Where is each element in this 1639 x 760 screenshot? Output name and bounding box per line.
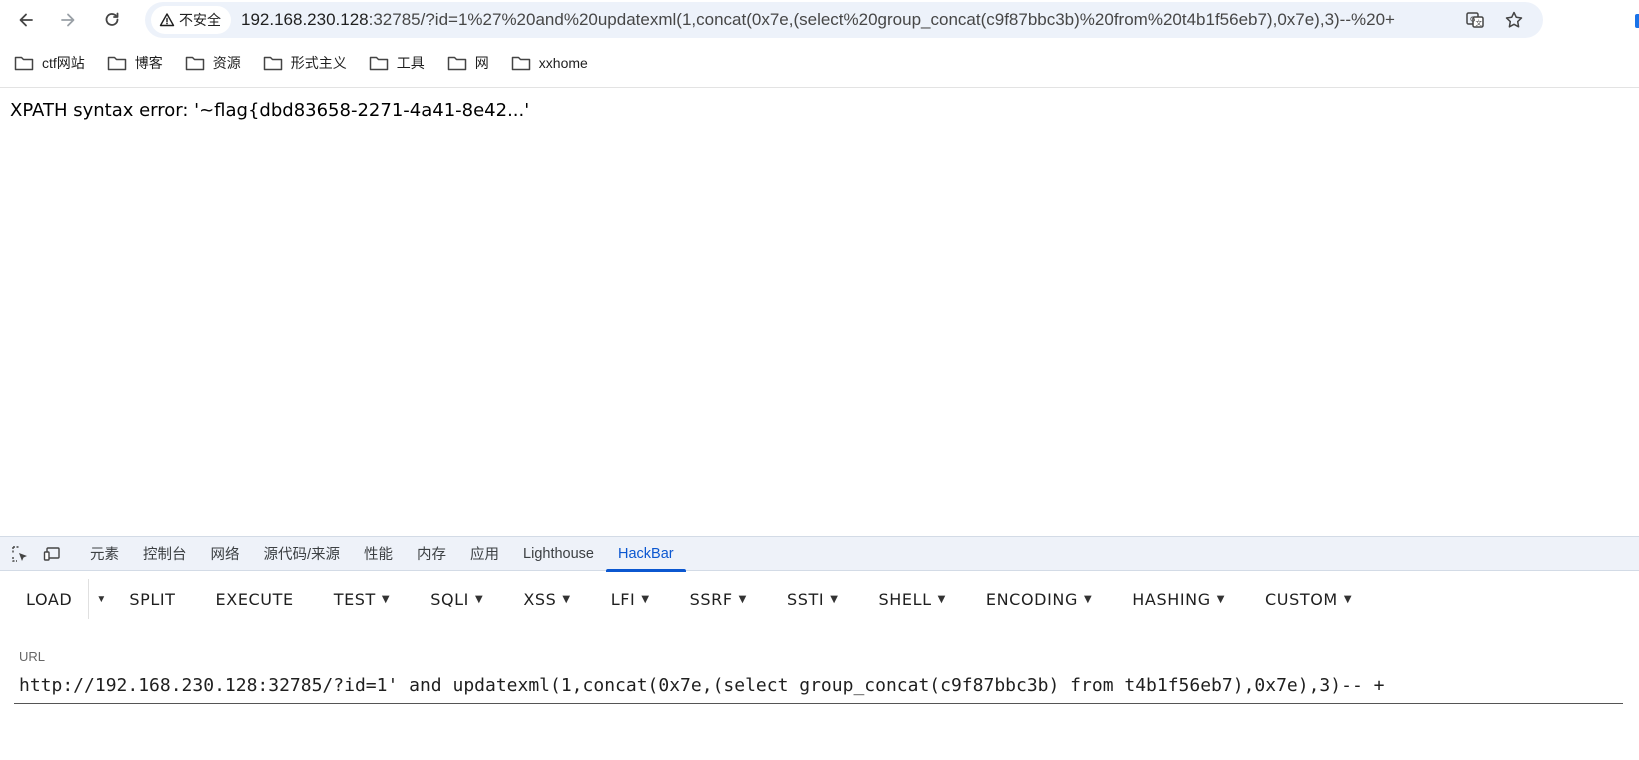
encoding-menu-button[interactable]: ENCODING ▼: [972, 579, 1118, 619]
ssti-menu-button[interactable]: SSTI ▼: [773, 579, 865, 619]
address-host: 192.168.230.128: [241, 10, 369, 29]
test-menu-button[interactable]: TEST ▼: [320, 579, 417, 619]
forward-button[interactable]: [52, 4, 84, 36]
tab-hackbar[interactable]: HackBar: [605, 537, 686, 572]
load-separator: [88, 579, 90, 619]
profile-accent: [1635, 14, 1639, 28]
custom-menu-button[interactable]: CUSTOM ▼: [1251, 579, 1366, 619]
menu-label: XSS: [523, 589, 557, 609]
reload-icon: [105, 12, 119, 26]
caret-down-icon: ▼: [1343, 593, 1353, 605]
caret-down-icon: ▼: [562, 593, 571, 605]
tab-performance[interactable]: 性能: [352, 537, 405, 571]
warning-icon: [159, 13, 175, 27]
bookmark-star-button[interactable]: [1500, 6, 1528, 34]
bookmark-label: 网: [474, 55, 489, 71]
execute-button[interactable]: EXECUTE: [202, 579, 320, 619]
folder-icon: [185, 56, 205, 71]
bookmark-folder-resources[interactable]: 资源: [185, 48, 241, 78]
folder-icon: [369, 56, 389, 71]
menu-label: LFI: [610, 589, 636, 609]
shell-menu-button[interactable]: SHELL ▼: [864, 579, 971, 619]
menu-label: CUSTOM: [1265, 589, 1338, 609]
menu-label: HASHING: [1132, 589, 1211, 609]
inspect-element-button[interactable]: [4, 537, 36, 571]
caret-down-icon: ▼: [96, 593, 107, 605]
url-input-underline: [14, 703, 1623, 704]
arrow-right-icon: [61, 13, 75, 27]
arrow-left-icon: [19, 13, 33, 27]
lfi-menu-button[interactable]: LFI ▼: [597, 579, 676, 619]
menu-label: SQLI: [430, 589, 470, 609]
folder-icon: [14, 56, 34, 71]
bookmark-folder-blog[interactable]: 博客: [107, 48, 163, 78]
xss-menu-button[interactable]: XSS ▼: [509, 579, 596, 619]
star-icon: [1505, 11, 1523, 28]
bookmark-folder-ctf[interactable]: ctf网站: [14, 48, 85, 78]
caret-down-icon: ▼: [1216, 593, 1226, 605]
translate-icon: G文: [1466, 12, 1484, 28]
folder-icon: [263, 56, 283, 71]
toolbar-divider: [0, 87, 1639, 88]
bookmark-label: 资源: [212, 55, 241, 71]
security-label: 不安全: [179, 12, 221, 28]
bookmark-label: ctf网站: [42, 55, 85, 71]
security-chip[interactable]: 不安全: [151, 6, 231, 34]
translate-button[interactable]: G文: [1461, 6, 1489, 34]
address-url[interactable]: 192.168.230.128:32785/?id=1%27%20and%20u…: [241, 10, 1451, 30]
address-bar[interactable]: 不安全 192.168.230.128:32785/?id=1%27%20and…: [145, 2, 1543, 38]
reload-button[interactable]: [96, 4, 128, 36]
bookmark-folder-formalism[interactable]: 形式主义: [263, 48, 347, 78]
device-toolbar-button[interactable]: [36, 537, 68, 571]
device-icon: [43, 546, 60, 561]
caret-down-icon: ▼: [937, 593, 946, 605]
browser-toolbar: 不安全 192.168.230.128:32785/?id=1%27%20and…: [0, 0, 1639, 40]
back-button[interactable]: [10, 4, 42, 36]
bookmark-label: 工具: [396, 55, 425, 71]
menu-label: SHELL: [878, 589, 932, 609]
menu-label: TEST: [333, 589, 376, 609]
folder-icon: [107, 56, 127, 71]
devtools-tabbar: 元素 控制台 网络 源代码/来源 性能 内存 应用 Lighthouse Hac…: [0, 537, 1639, 572]
tab-application[interactable]: 应用: [458, 537, 511, 571]
bookmarks-bar: ctf网站 博客 资源 形式主义 工具 网 xxhome: [0, 46, 1639, 80]
bookmark-folder-web[interactable]: 网: [447, 48, 489, 78]
caret-down-icon: ▼: [475, 593, 484, 605]
menu-label: ENCODING: [985, 589, 1078, 609]
tab-memory[interactable]: 内存: [405, 537, 458, 571]
menu-label: SSTI: [786, 589, 825, 609]
url-field-label: URL: [19, 649, 46, 664]
load-button[interactable]: LOAD: [0, 579, 90, 619]
caret-down-icon: ▼: [381, 593, 391, 605]
sqli-menu-button[interactable]: SQLI ▼: [416, 579, 509, 619]
bookmark-label: 博客: [134, 55, 163, 71]
bookmark-label: 形式主义: [290, 55, 347, 71]
inspect-icon: [12, 545, 27, 562]
page-error-text: XPATH syntax error: '~flag{dbd83658-2271…: [10, 100, 530, 121]
tab-sources[interactable]: 源代码/来源: [252, 537, 353, 571]
svg-text:文: 文: [1476, 18, 1483, 27]
split-button[interactable]: SPLIT: [113, 579, 201, 619]
bookmark-label: xxhome: [538, 55, 588, 71]
hackbar-toolbar: LOAD ▼ SPLIT EXECUTE TEST ▼ SQLI ▼ XSS ▼ LF…: [0, 579, 1639, 619]
hashing-menu-button[interactable]: HASHING ▼: [1118, 579, 1251, 619]
caret-down-icon: ▼: [1083, 593, 1093, 605]
folder-icon: [447, 56, 467, 71]
bookmark-folder-xxhome[interactable]: xxhome: [511, 48, 588, 78]
url-input[interactable]: http://192.168.230.128:32785/?id=1' and …: [19, 675, 1619, 696]
caret-down-icon: ▼: [641, 593, 650, 605]
caret-down-icon: ▼: [830, 593, 839, 605]
tab-elements[interactable]: 元素: [78, 537, 131, 571]
folder-icon: [511, 56, 531, 71]
ssrf-menu-button[interactable]: SSRF ▼: [676, 579, 773, 619]
menu-label: SSRF: [689, 589, 733, 609]
address-path: :32785/?id=1%27%20and%20updatexml(1,conc…: [368, 10, 1395, 29]
tab-console[interactable]: 控制台: [131, 537, 199, 571]
bookmark-folder-tools[interactable]: 工具: [369, 48, 425, 78]
load-menu-button[interactable]: ▼: [90, 579, 112, 619]
tab-network[interactable]: 网络: [199, 537, 252, 571]
caret-down-icon: ▼: [738, 593, 747, 605]
devtools-panel: 元素 控制台 网络 源代码/来源 性能 内存 应用 Lighthouse Hac…: [0, 536, 1639, 760]
tab-lighthouse[interactable]: Lighthouse: [511, 537, 606, 571]
